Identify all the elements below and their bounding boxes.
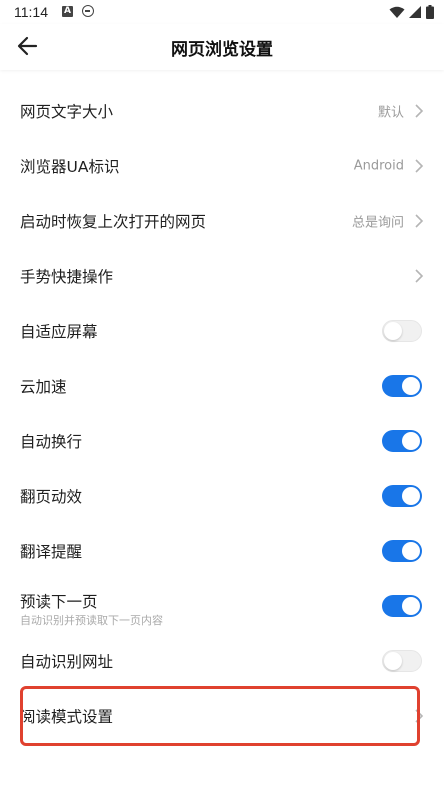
setting-auto-wrap: 自动换行 <box>0 413 444 468</box>
setting-label: 手势快捷操作 <box>20 267 114 286</box>
status-time: 11:14 <box>14 4 48 20</box>
wifi-icon <box>389 6 405 18</box>
setting-label: 翻页动效 <box>20 487 83 506</box>
signal-icon <box>409 5 421 18</box>
e-circle-icon <box>82 5 94 17</box>
setting-label: 网页文字大小 <box>20 102 114 121</box>
setting-value: 默认 <box>377 105 404 120</box>
setting-label: 云加速 <box>20 377 67 396</box>
setting-auto-detect-url: 自动识别网址 <box>0 633 444 688</box>
setting-preload: 预读下一页 自动识别并预读取下一页内容 <box>0 578 444 633</box>
setting-user-agent[interactable]: 浏览器UA标识 Android <box>0 138 444 193</box>
setting-value: 总是询问 <box>351 215 404 230</box>
auto-wrap-toggle[interactable] <box>382 429 422 452</box>
settings-list: 网页文字大小 默认 浏览器UA标识 Android 启动时恢复上次打开的网页 总… <box>0 83 444 743</box>
setting-value: Android <box>353 158 404 173</box>
fit-screen-toggle[interactable] <box>382 319 422 342</box>
setting-label: 启动时恢复上次打开的网页 <box>20 212 207 231</box>
status-bar: 11:14 A <box>0 0 444 24</box>
setting-label: 翻译提醒 <box>20 542 83 561</box>
setting-label: 自动识别网址 <box>20 652 114 671</box>
header: 网页浏览设置 <box>0 24 444 70</box>
chevron-right-icon <box>415 708 424 723</box>
setting-gestures[interactable]: 手势快捷操作 <box>0 248 444 303</box>
chevron-right-icon <box>415 268 424 283</box>
cloud-accel-toggle[interactable] <box>382 374 422 397</box>
setting-translate-hint: 翻译提醒 <box>0 523 444 578</box>
setting-sublabel: 自动识别并预读取下一页内容 <box>20 614 163 627</box>
setting-label: 阅读模式设置 <box>20 707 114 726</box>
setting-cloud-accel: 云加速 <box>0 358 444 413</box>
translate-hint-toggle[interactable] <box>382 539 422 562</box>
setting-restore-pages[interactable]: 启动时恢复上次打开的网页 总是询问 <box>0 193 444 248</box>
preload-toggle[interactable] <box>382 594 422 617</box>
chevron-right-icon <box>415 158 424 173</box>
page-animation-toggle[interactable] <box>382 484 422 507</box>
setting-font-size[interactable]: 网页文字大小 默认 <box>0 83 444 138</box>
a-box-icon: A <box>62 6 73 17</box>
setting-label: 预读下一页 <box>20 593 98 611</box>
setting-reading-mode[interactable]: 阅读模式设置 <box>0 688 444 743</box>
status-indicators <box>389 5 434 19</box>
setting-label: 浏览器UA标识 <box>20 157 120 176</box>
setting-page-animation: 翻页动效 <box>0 468 444 523</box>
page-title: 网页浏览设置 <box>171 40 273 60</box>
auto-detect-url-toggle[interactable] <box>382 649 422 672</box>
setting-label: 自动换行 <box>20 432 83 451</box>
battery-icon <box>426 5 434 19</box>
setting-fit-screen: 自适应屏幕 <box>0 303 444 358</box>
chevron-right-icon <box>415 213 424 228</box>
setting-label: 自适应屏幕 <box>20 322 98 341</box>
chevron-right-icon <box>415 103 424 118</box>
